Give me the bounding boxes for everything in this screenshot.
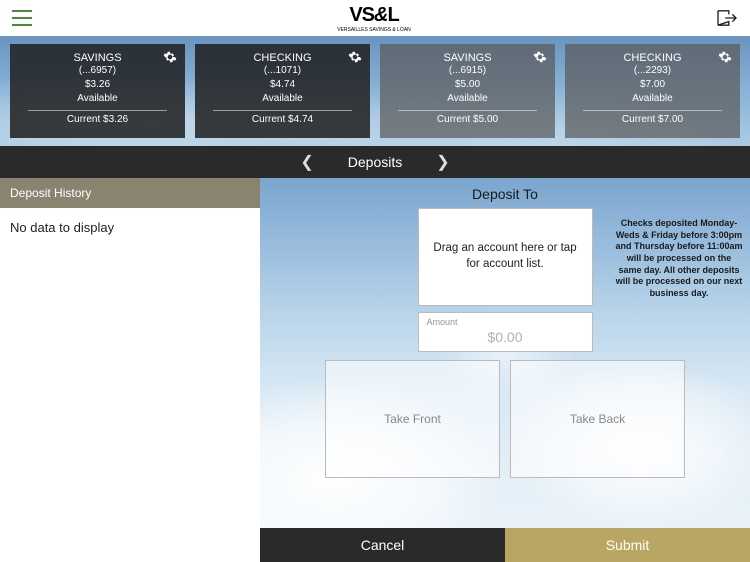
account-mask: (...2293) — [634, 64, 671, 78]
deposit-to-label: Deposit To — [260, 178, 750, 208]
account-card[interactable]: SAVINGS (...6915) $5.00 Available Curren… — [380, 44, 555, 138]
top-bar: VS&L VERSAILLES SAVINGS & LOAN — [0, 0, 750, 36]
main: Deposit History No data to display Depos… — [0, 178, 750, 562]
cancel-button[interactable]: Cancel — [260, 528, 505, 562]
account-status: Available — [632, 92, 672, 106]
submit-button[interactable]: Submit — [505, 528, 750, 562]
account-status: Available — [77, 92, 117, 106]
gear-icon[interactable] — [533, 50, 547, 64]
account-card[interactable]: SAVINGS (...6957) $3.26 Available Curren… — [10, 44, 185, 138]
gear-icon[interactable] — [163, 50, 177, 64]
account-type: CHECKING — [253, 52, 311, 64]
account-amount: $3.26 — [85, 78, 110, 92]
logout-icon[interactable] — [716, 9, 738, 27]
account-current: Current $7.00 — [622, 114, 683, 125]
brand-logo: VS&L VERSAILLES SAVINGS & LOAN — [337, 4, 411, 33]
account-type: CHECKING — [623, 52, 681, 64]
history-header: Deposit History — [0, 178, 260, 208]
account-card[interactable]: CHECKING (...2293) $7.00 Available Curre… — [565, 44, 740, 138]
account-amount: $4.74 — [270, 78, 295, 92]
amount-label: Amount — [427, 317, 584, 327]
account-type: SAVINGS — [73, 52, 121, 64]
account-mask: (...6915) — [449, 64, 486, 78]
menu-icon[interactable] — [12, 10, 32, 26]
account-amount: $7.00 — [640, 78, 665, 92]
account-current: Current $4.74 — [252, 114, 313, 125]
account-amount: $5.00 — [455, 78, 480, 92]
account-current: Current $5.00 — [437, 114, 498, 125]
account-card[interactable]: CHECKING (...1071) $4.74 Available Curre… — [195, 44, 370, 138]
amount-value: $0.00 — [427, 329, 584, 345]
deposit-panel: Deposit To Drag an account here or tap f… — [260, 178, 750, 562]
account-dropzone[interactable]: Drag an account here or tap for account … — [418, 208, 593, 306]
gear-icon[interactable] — [348, 50, 362, 64]
account-current: Current $3.26 — [67, 114, 128, 125]
account-type: SAVINGS — [443, 52, 491, 64]
chevron-left-icon[interactable]: ❮ — [294, 152, 319, 172]
gear-icon[interactable] — [718, 50, 732, 64]
take-front-button[interactable]: Take Front — [325, 360, 500, 478]
account-mask: (...6957) — [79, 64, 116, 78]
take-back-button[interactable]: Take Back — [510, 360, 685, 478]
history-empty: No data to display — [0, 208, 260, 562]
accounts-strip: SAVINGS (...6957) $3.26 Available Curren… — [0, 36, 750, 146]
chevron-right-icon[interactable]: ❯ — [430, 152, 455, 172]
processing-notice: Checks deposited Monday-Weds & Friday be… — [614, 218, 744, 300]
amount-field[interactable]: Amount $0.00 — [418, 312, 593, 352]
tab-bar: ❮ Deposits ❯ — [0, 146, 750, 178]
account-status: Available — [262, 92, 302, 106]
history-panel: Deposit History No data to display — [0, 178, 260, 562]
account-mask: (...1071) — [264, 64, 301, 78]
account-status: Available — [447, 92, 487, 106]
tab-title: Deposits — [348, 154, 402, 170]
